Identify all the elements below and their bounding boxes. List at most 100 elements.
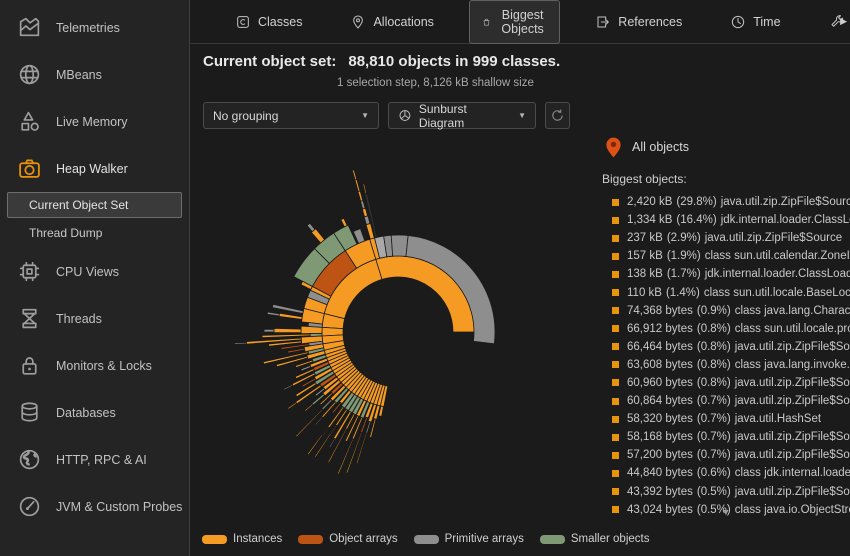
sidebar-item-http-rpc-ai[interactable]: HTTP, RPC & AI — [0, 436, 189, 483]
sunburst-segment[interactable] — [314, 432, 332, 458]
scroll-more-chevron-icon[interactable]: ▼ — [602, 507, 850, 517]
object-size: 58,320 bytes — [627, 413, 693, 426]
sidebar-subitem-current-object-set[interactable]: Current Object Set — [7, 192, 182, 218]
object-name: java.util.zip.ZipFile$Sourc — [734, 340, 850, 353]
sunburst-segment[interactable] — [294, 368, 315, 380]
biggest-object-row[interactable]: 66,464 bytes (0.8%) java.util.zip.ZipFile$… — [602, 338, 850, 356]
primitive-arrays-swatch — [413, 534, 439, 544]
more-tabs-chevron-icon[interactable]: ▶ — [840, 16, 847, 27]
object-pct: (1.4%) — [665, 286, 700, 299]
biggest-object-row[interactable]: 60,960 bytes (0.8%) java.util.zip.ZipFile$… — [602, 374, 850, 392]
sunburst-segment[interactable] — [271, 303, 304, 314]
sunburst-segment[interactable] — [233, 341, 247, 346]
legend-item-smaller-objects: Smaller objects — [539, 533, 649, 545]
sunburst-segment[interactable] — [303, 403, 314, 412]
object-size: 63,608 bytes — [627, 358, 693, 371]
all-objects-selection[interactable]: All objects — [606, 134, 850, 160]
object-size: 2,420 kB — [627, 196, 673, 209]
sidebar-item-live-memory[interactable]: Live Memory — [0, 98, 189, 145]
sunburst-segment[interactable] — [263, 328, 275, 333]
object-bullet-icon — [612, 270, 619, 278]
sunburst-segment[interactable] — [321, 426, 330, 437]
sunburst-segment[interactable] — [351, 169, 358, 181]
sunburst-segment[interactable] — [340, 217, 348, 228]
sunburst-segment[interactable] — [328, 437, 336, 449]
biggest-object-row[interactable]: 63,608 bytes (0.8%) class java.lang.invoke… — [602, 356, 850, 374]
sunburst-segment[interactable] — [329, 424, 338, 435]
sidebar-subitem-thread-dump[interactable]: Thread Dump — [7, 220, 182, 246]
sidebar-item-jvm-custom-probes[interactable]: JVM & Custom Probes — [0, 483, 189, 530]
sidebar-item-heap-walker[interactable]: Heap Walker — [0, 145, 189, 192]
sunburst-segment[interactable] — [340, 440, 348, 452]
sunburst-segment[interactable] — [361, 207, 369, 218]
object-bullet-icon — [612, 289, 619, 297]
sunburst-segment[interactable] — [362, 183, 368, 195]
sunburst-segment[interactable] — [390, 234, 409, 257]
sunburst-segment[interactable] — [287, 401, 298, 410]
biggest-object-row[interactable]: 60,864 bytes (0.7%) java.util.zip.ZipFile$… — [602, 392, 850, 410]
sunburst-segment[interactable] — [287, 347, 306, 354]
object-arrays-swatch — [298, 534, 324, 544]
sunburst-segment[interactable] — [306, 222, 316, 233]
sidebar-item-cpu-views[interactable]: CPU Views — [0, 248, 189, 295]
biggest-object-row[interactable]: 74,368 bytes (0.9%) class java.lang.Charac… — [602, 302, 850, 320]
biggest-object-row[interactable]: 57,200 bytes (0.7%) java.util.zip.ZipFile$… — [602, 446, 850, 464]
sunburst-segment[interactable] — [278, 312, 303, 320]
grouping-select[interactable]: No grouping ▼ — [203, 102, 379, 129]
sunburst-segment[interactable] — [295, 408, 324, 438]
biggest-object-row[interactable]: 2,420 kB (29.8%) java.util.zip.ZipFile$Sou… — [602, 193, 850, 211]
jprofiler-window: Telemetries MBeans Live Memory Heap Walk… — [0, 0, 850, 556]
biggest-object-row[interactable]: 237 kB (2.9%) java.util.zip.ZipFile$Source — [602, 229, 850, 247]
biggest-object-row[interactable]: 157 kB (1.9%) class sun.util.calendar.Zone… — [602, 247, 850, 265]
sunburst-chart[interactable] — [196, 132, 616, 542]
biggest-object-row[interactable]: 58,320 bytes (0.7%) java.util.HashSet — [602, 410, 850, 428]
tab-classes[interactable]: Classes — [222, 6, 315, 38]
sidebar-item-label: Databases — [56, 405, 116, 420]
biggest-object-row[interactable]: 43,392 bytes (0.5%) java.util.zip.ZipFile$… — [602, 483, 850, 501]
tab-biggest-objects[interactable]: Biggest Objects — [468, 0, 561, 44]
object-name: class jdk.internal.loader.B — [734, 467, 850, 480]
biggest-object-row[interactable]: 138 kB (1.7%) jdk.internal.loader.ClassLoa… — [602, 265, 850, 283]
subitem-label: Thread Dump — [29, 226, 103, 240]
pin-icon — [353, 15, 364, 28]
object-name: class sun.util.calendar.ZoneInfo — [704, 250, 850, 263]
sunburst-segment[interactable] — [314, 416, 324, 426]
sidebar-item-threads[interactable]: Threads — [0, 295, 189, 342]
sunburst-segment[interactable] — [300, 325, 323, 335]
sidebar-item-mbeans[interactable]: MBeans — [0, 51, 189, 98]
object-pct: (29.8%) — [676, 196, 717, 209]
biggest-object-row[interactable]: 58,168 bytes (0.7%) java.util.zip.ZipFile$… — [602, 428, 850, 446]
sunburst-segment[interactable] — [354, 178, 361, 193]
mbeans-icon — [19, 64, 40, 85]
biggest-object-row[interactable]: 44,840 bytes (0.6%) class jdk.internal.loa… — [602, 464, 850, 482]
legend-label: Object arrays — [329, 533, 398, 545]
sunburst-segment[interactable] — [282, 383, 294, 391]
sidebar-item-databases[interactable]: Databases — [0, 389, 189, 436]
object-size: 43,392 bytes — [627, 485, 693, 498]
view-mode-select[interactable]: Sunburst Diagram ▼ — [388, 101, 536, 130]
sidebar-item-telemetries[interactable]: Telemetries — [0, 4, 189, 51]
sunburst-segment[interactable] — [355, 432, 368, 465]
tab-references[interactable]: References — [582, 6, 695, 38]
sunburst-segment[interactable] — [323, 461, 330, 471]
object-bullet-icon — [612, 488, 619, 496]
sunburst-segment[interactable] — [325, 412, 334, 422]
tab-allocations[interactable]: Allocations — [337, 6, 446, 38]
tab-time[interactable]: Time — [717, 6, 793, 38]
sunburst-segment[interactable] — [357, 190, 364, 202]
object-bullet-icon — [612, 397, 619, 405]
view-mode-value: Sunburst Diagram — [418, 101, 467, 130]
sunburst-segment[interactable] — [360, 200, 366, 210]
globe-icon — [19, 449, 40, 470]
refresh-button[interactable] — [545, 102, 570, 129]
object-name: java.util.zip.ZipFile$Source — [720, 196, 850, 209]
biggest-object-row[interactable]: 110 kB (1.4%) class sun.util.locale.BaseLo… — [602, 283, 850, 301]
sunburst-segment[interactable] — [266, 311, 280, 317]
sunburst-segment[interactable] — [273, 327, 302, 334]
biggest-object-row[interactable]: 66,912 bytes (0.8%) class sun.util.locale.… — [602, 320, 850, 338]
sunburst-segment[interactable] — [363, 215, 371, 226]
biggest-object-row[interactable]: 1,334 kB (16.4%) jdk.internal.loader.Class… — [602, 211, 850, 229]
sunburst-segment[interactable] — [365, 421, 372, 434]
sidebar-item-monitors-locks[interactable]: Monitors & Locks — [0, 342, 189, 389]
sunburst-segment[interactable] — [306, 434, 324, 456]
